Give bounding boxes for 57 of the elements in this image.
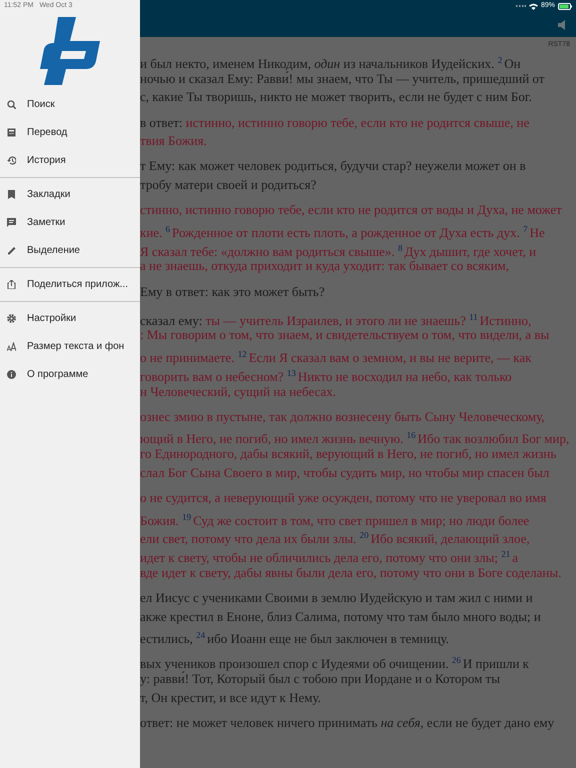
share-icon (7, 280, 16, 288)
verse-text-line: с, какие Ты творишь, никто не может творить, если не будет с ним Бог. (140, 88, 534, 106)
menu-item[interactable]: Выделение (0, 236, 140, 264)
verse-text-line: естились, $^{24}$ ибо Иоанн еще не был заключен в темницу. (140, 629, 450, 645)
text-size-icon (7, 342, 16, 350)
battery-icon (558, 2, 572, 10)
verse-text-line: н Человеческий, сущий на небесах. (140, 384, 338, 401)
verse-text-line: тробу матери своей и родиться? (140, 176, 318, 194)
app-logo (40, 17, 100, 85)
pencil-icon (7, 246, 16, 254)
menu-item[interactable]: Размер текста и фон (0, 332, 140, 360)
verse-text-line: ел Иисус с учениками Своими в землю Иудейскую и там жил с ними и (140, 588, 534, 607)
verse-text-line: т, Он крестит, и все идут к Нему. (140, 688, 322, 707)
verse-text-line: ответ: не может человек ничего принимать на себя, если не будет дано ему (140, 714, 556, 732)
verse-text-line: кие. $^{6}$ Рожденное от плоти есть плоть, а рожденное от Духа есть дух. $^{7}$ Не (140, 223, 546, 239)
verse-text-line: ели свет, потому что дела их были злы. $^{20}$ Ибо всякий, делающий злое, (140, 529, 531, 545)
verse-text-line: Ему в ответ: как это может быть? (140, 282, 326, 301)
verse-text-line: слал Бог Сына Своего в мир, чтобы судить мир, но чтобы мир спасен был (140, 464, 550, 482)
speaker-icon[interactable] (558, 20, 566, 30)
menu-item[interactable]: Заметки (0, 208, 140, 236)
menu-item[interactable]: Закладки (0, 180, 140, 208)
verse-text-line: т Ему: как может человек родиться, будучи стар? неужели может он в (140, 157, 527, 176)
verse-text-line: : Мы говорим о том, что знаем, и свидетельствуем о том, что видели, а вы (140, 327, 550, 344)
book-icon (7, 128, 16, 136)
verse-text-line: акже крестил в Еноне, близ Салима, потому что там было много воды; и (140, 608, 542, 626)
verse-text-line: го Единородного, дабы всякий, верующий в Него, не погиб, но имел жизнь (140, 446, 558, 464)
verse-text-line: Я сказал тебе: «должно вам родиться свыше». $^{8}$ Дух дышит, где хочет, и (140, 242, 538, 258)
search-icon (7, 100, 16, 108)
verse-text-line: твия Божия. (140, 132, 208, 150)
verse-text-line: сказал ему: ты — учитель Израилев, и этого ли не знаешь? $^{11}$ Истинно, (140, 310, 532, 326)
verse-text-line: ющий в Него, не погиб, но имел жизнь вечную. $^{16}$ Ибо так возлюбил Бог мир, (140, 429, 570, 446)
menu-item[interactable]: Настройки (0, 304, 140, 332)
menu-item[interactable]: Перевод (0, 118, 140, 146)
info-icon (7, 370, 16, 378)
menu-item[interactable]: Поиск (0, 90, 140, 118)
wifi-icon (528, 2, 538, 10)
bookmark-icon (7, 190, 16, 198)
history-icon (7, 156, 16, 164)
verse-text-line: вых учеников произошел спор с Иудеями об очищении. $^{26}$ И пришли к (140, 654, 530, 670)
verse-text-line: говорить вам о небесном? $^{13}$ Никто не восходил на небо, как только (140, 366, 513, 382)
note-icon (7, 218, 16, 226)
verse-text-line: и был некто, именем Никодим, один из начальников Иудейских. $^{2}$ Он (140, 54, 522, 70)
gear-icon (7, 314, 16, 322)
verse-text-line: о не принимаете. $^{12}$ Если Я сказал вам о земном, и вы не верите, — как (140, 348, 532, 364)
verse-text-line: а не знаешь, откуда приходит и куда уходит: так бывает со всяким, (140, 258, 510, 276)
menu-item[interactable]: История (0, 146, 140, 174)
verse-text-line: у: равви́! Тот, Который был с тобою при Иордане и о Котором ты (140, 671, 501, 688)
verse-text-line: стинно, истинно говорю тебе, если кто не родится от воды и Духа, не может (140, 201, 563, 220)
verse-text-line: идет к свету, чтобы не обличились дела его, потому что они злы; $^{21}$ а (140, 548, 520, 564)
verse-text-line: вде идет к свету, дабы явны были дела его, потому что они в Боге соделаны. (140, 564, 562, 582)
menu-item[interactable]: О программе (0, 360, 140, 388)
menu-item[interactable]: Поделиться прилож... (0, 270, 140, 298)
verse-text-line: ночью и сказал Ему: Равви́! мы знаем, что Ты — учитель, пришедший от (140, 70, 546, 88)
verse-text-line: о не судится, а неверующий уже осужден, потому что не уверовал во имя (140, 488, 548, 507)
verse-text-line: ознес змию в пустыне, так должно вознесену быть Сыну Человеческому, (140, 408, 546, 426)
verse-text-line: в ответ: истинно, истинно говорю тебе, если кто не родится свыше, не (140, 114, 530, 132)
verse-text-line: Божия. $^{19}$ Суд же состоит в том, что свет пришел в мир; но люди более (140, 510, 530, 526)
